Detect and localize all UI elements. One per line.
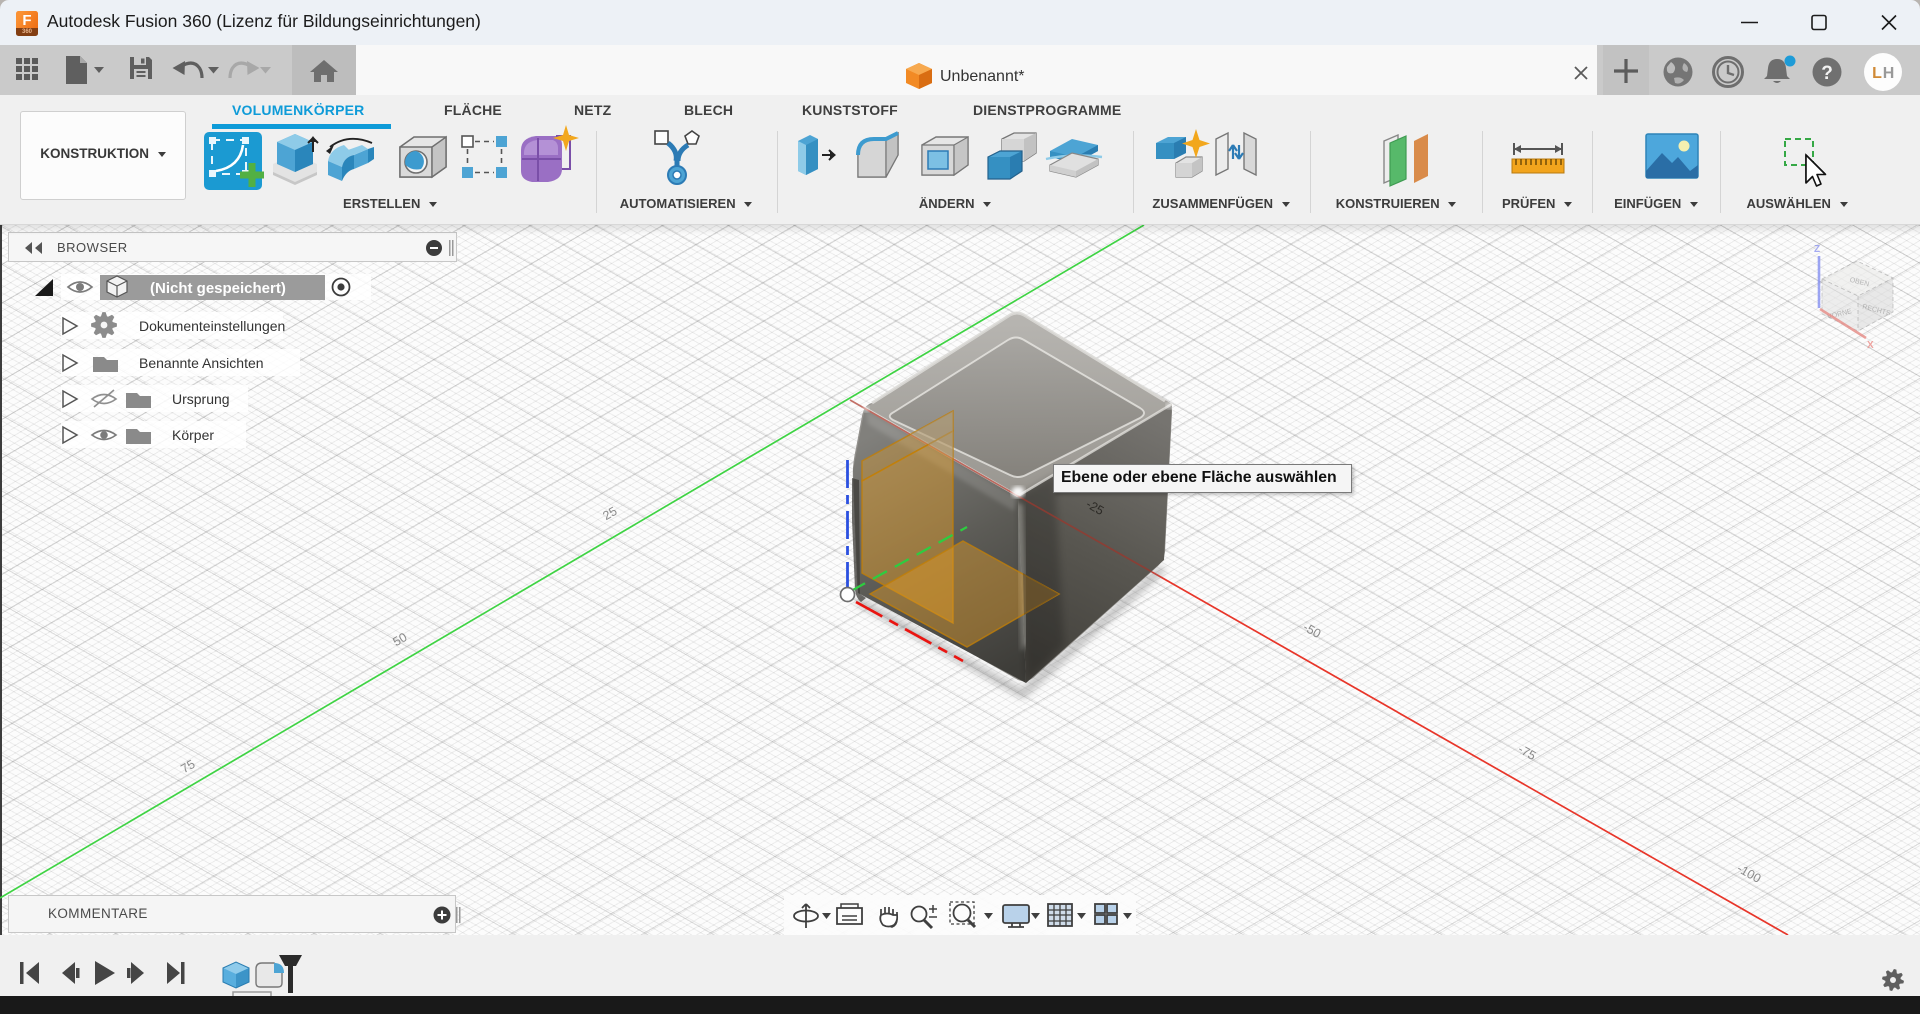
svg-text:Körper: Körper (172, 427, 214, 443)
svg-text:X: X (1867, 340, 1874, 351)
svg-text:50: 50 (390, 630, 409, 649)
svg-text:?: ? (1821, 63, 1833, 84)
svg-text:Benannte Ansichten: Benannte Ansichten (139, 355, 264, 371)
svg-text:H: H (1883, 65, 1895, 82)
svg-text:75: 75 (178, 757, 197, 776)
svg-text:-100: -100 (1735, 861, 1764, 886)
svg-text:-75: -75 (1516, 742, 1539, 763)
svg-text:Ursprung: Ursprung (172, 391, 230, 407)
svg-text:L: L (1872, 65, 1882, 82)
svg-text:Unbenannt*: Unbenannt* (940, 68, 1025, 85)
svg-text:25: 25 (600, 504, 619, 523)
svg-text:(Nicht gespeichert): (Nicht gespeichert) (150, 280, 286, 297)
svg-text:Dokumenteinstellungen: Dokumenteinstellungen (139, 318, 285, 334)
svg-text:Z: Z (1814, 244, 1820, 255)
svg-text:-50: -50 (1301, 620, 1324, 641)
